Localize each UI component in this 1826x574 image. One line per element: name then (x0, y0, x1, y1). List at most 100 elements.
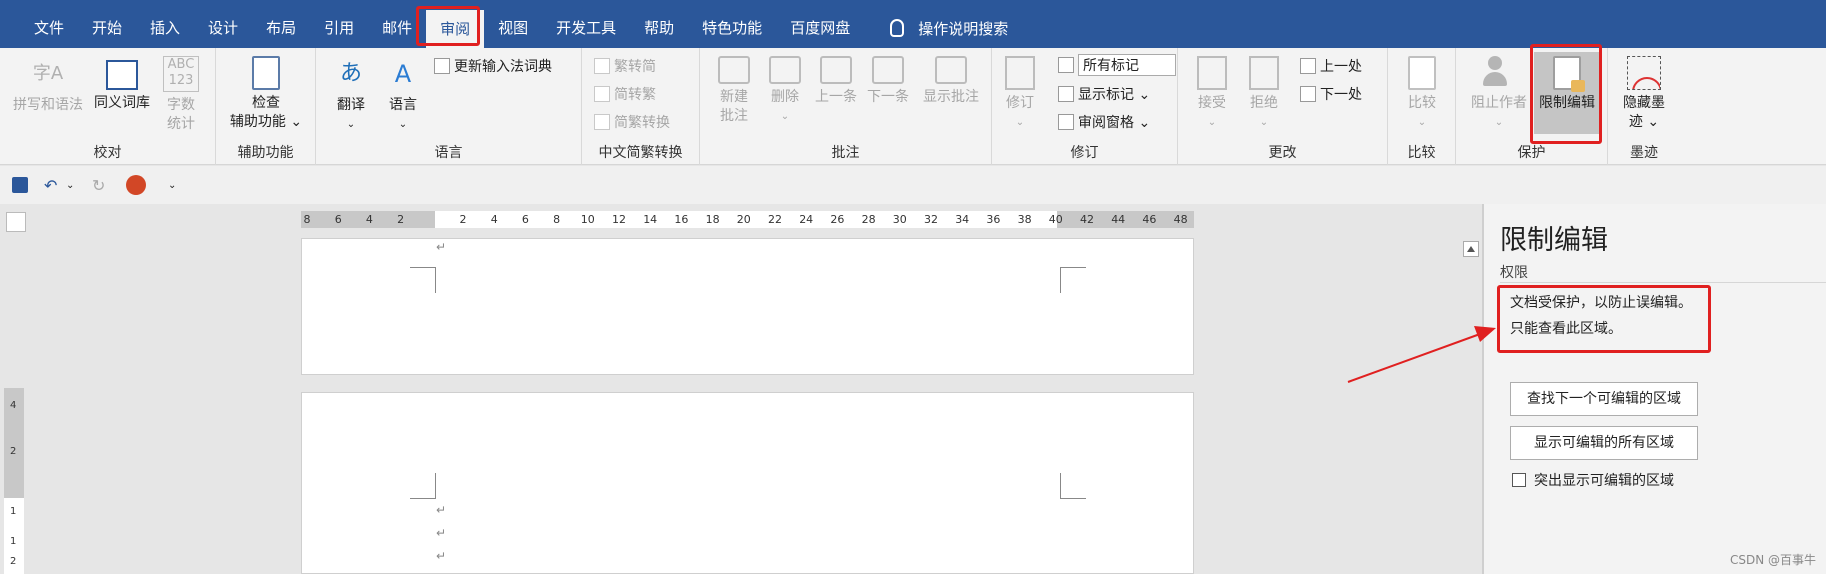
ruler-number: 6 (521, 213, 529, 226)
tell-me-search[interactable]: 操作说明搜索 (890, 0, 1008, 48)
save-icon[interactable] (12, 177, 28, 193)
prev-comment-label: 上一条 (815, 89, 857, 105)
menu-tab[interactable]: 设计 (194, 0, 252, 48)
undo-icon[interactable]: ↶ (44, 176, 57, 195)
group-comments: 新建 批注 删除 ⌄ 上一条 下一条 显示批注 批注 (700, 48, 992, 165)
menu-tab[interactable]: 帮助 (630, 0, 688, 48)
ruler-number: 40 (1048, 213, 1063, 226)
menu-tab[interactable]: 视图 (484, 0, 542, 48)
traditional-to-simplified-button[interactable]: 繁转简 (594, 56, 656, 76)
previous-comment-button[interactable]: 上一条 (812, 56, 860, 107)
menu-tab[interactable]: 开发工具 (542, 0, 630, 48)
ruler-number: 34 (955, 213, 970, 226)
thesaurus-label: 同义词库 (94, 95, 150, 111)
group-label-comments: 批注 (831, 145, 860, 161)
compare-icon (1408, 56, 1436, 90)
menu-tab[interactable]: 百度网盘 (776, 0, 864, 48)
reject-button[interactable]: 拒绝 ⌄ (1242, 56, 1286, 132)
highlight-editable-regions-checkbox[interactable]: 突出显示可编辑的区域 (1512, 470, 1674, 490)
compare-label: 比较 (1408, 95, 1436, 111)
simplified-to-traditional-button[interactable]: 简转繁 (594, 84, 656, 104)
language-button[interactable]: A 语言 ⌄ (380, 56, 426, 134)
show-comments-button[interactable]: 显示批注 (916, 56, 986, 107)
accessibility-check-icon (252, 56, 280, 90)
ruler-number: 10 (580, 213, 595, 226)
document-page-1[interactable]: ↵ (301, 238, 1194, 375)
simp-trad-convert-button[interactable]: 简繁转换 (594, 112, 670, 132)
show-all-editable-regions-button[interactable]: 显示可编辑的所有区域 (1510, 426, 1698, 460)
checkbox-box[interactable] (1512, 473, 1526, 487)
lightbulb-icon (890, 19, 905, 37)
menu-tab[interactable]: 引用 (310, 0, 368, 48)
group-changes: 接受 ⌄ 拒绝 ⌄ 上一处 下一处 更改 (1178, 48, 1388, 165)
menu-tab[interactable]: 文件 (20, 0, 78, 48)
customize-qat-icon[interactable]: ⌄ (168, 180, 176, 191)
keyboard-icon (434, 58, 450, 74)
vruler-number: 1 (10, 506, 17, 517)
update-ime-dictionary-button[interactable]: 更新输入法词典 (434, 56, 552, 76)
delete-label: 删除 (771, 89, 799, 105)
ruler-number: 44 (1111, 213, 1126, 226)
track-changes-button[interactable]: 修订 ⌄ (1000, 56, 1040, 132)
word-count-label-1: 字数 (167, 97, 195, 113)
reject-label: 拒绝 (1250, 95, 1278, 111)
accept-button[interactable]: 接受 ⌄ (1190, 56, 1234, 132)
vertical-ruler[interactable]: 4 2 1 1 2 (4, 388, 24, 574)
menu-tab[interactable]: 布局 (252, 0, 310, 48)
check-accessibility-button[interactable]: 检查 辅助功能 ⌄ (224, 56, 308, 132)
paragraph-mark: ↵ (436, 503, 447, 517)
markup-value: 所有标记 (1078, 54, 1176, 76)
next-change-label: 下一处 (1320, 87, 1362, 103)
group-accessibility: 检查 辅助功能 ⌄ 辅助功能 (216, 48, 316, 165)
menu-tab[interactable]: 插入 (136, 0, 194, 48)
next-comment-button[interactable]: 下一条 (864, 56, 912, 107)
ruler-number: 4 (365, 213, 373, 226)
horizontal-ruler[interactable]: 8 6 4 2 2 4 6 8 10 12 14 16 18 20 22 24 26 28 30 32 34 36 38 40… (301, 211, 1194, 228)
previous-change-button[interactable]: 上一处 (1300, 56, 1362, 76)
word-count-button[interactable]: ABC 123 字数 统计 (158, 56, 204, 134)
permissions-heading: 权限 (1500, 265, 1528, 281)
vertical-scrollbar[interactable] (1460, 240, 1482, 574)
new-comment-label-1: 新建 (720, 89, 748, 105)
markup-dropdown[interactable]: 所有标记 (1058, 54, 1176, 76)
block-authors-icon (1482, 56, 1516, 90)
find-next-editable-region-button[interactable]: 查找下一个可编辑的区域 (1510, 382, 1698, 416)
scroll-up-icon[interactable] (1463, 241, 1479, 257)
new-comment-label-2: 批注 (720, 108, 748, 124)
reviewing-pane-button[interactable]: 审阅窗格 ⌄ (1058, 112, 1150, 132)
spelling-grammar-button[interactable]: 字A 拼写和语法 (8, 56, 88, 115)
next-change-icon (1300, 86, 1316, 102)
new-comment-button[interactable]: 新建 批注 (710, 56, 758, 126)
menu-tab[interactable]: 开始 (78, 0, 136, 48)
show-markup-label: 显示标记 ⌄ (1078, 87, 1151, 103)
redo-icon[interactable]: ↻ (92, 176, 105, 195)
menu-tab[interactable]: 特色功能 (688, 0, 776, 48)
group-label-accessibility: 辅助功能 (237, 145, 294, 161)
group-label-tracking: 修订 (1070, 145, 1099, 161)
show-comments-icon (935, 56, 967, 84)
review-pane-label: 审阅窗格 ⌄ (1078, 115, 1151, 131)
spelling-label: 拼写和语法 (13, 97, 83, 113)
document-page-2[interactable]: ↵ ↵ ↵ (301, 392, 1194, 574)
restrict-editing-pane: 限制编辑 权限 文档受保护，以防止误编辑。 只能查看此区域。 查找下一个可编辑的… (1482, 204, 1826, 574)
show-markup-button[interactable]: 显示标记 ⌄ (1058, 84, 1150, 104)
ruler-number: 28 (861, 213, 876, 226)
ruler-number: 16 (674, 213, 689, 226)
reviewing-pane-icon (1058, 114, 1074, 130)
undo-dropdown-icon[interactable]: ⌄ (66, 180, 74, 191)
block-authors-button[interactable]: 阻止作者 ⌄ (1466, 56, 1532, 132)
group-label-language: 语言 (434, 145, 463, 161)
compare-button[interactable]: 比较 ⌄ (1400, 56, 1444, 132)
hide-ink-button[interactable]: 隐藏墨 迹 ⌄ (1614, 56, 1674, 132)
tab-stop-selector[interactable] (6, 212, 26, 232)
thesaurus-button[interactable]: 同义词库 (90, 56, 154, 113)
track-changes-icon (1005, 56, 1035, 90)
search-label: 操作说明搜索 (918, 19, 1009, 38)
next-change-button[interactable]: 下一处 (1300, 84, 1362, 104)
translate-button[interactable]: あ 翻译 ⌄ (328, 56, 374, 134)
annotation-message (1497, 285, 1711, 353)
powerpoint-icon[interactable] (126, 175, 146, 195)
group-proofing: 字A 拼写和语法 同义词库 ABC 123 字数 统计 校对 (0, 48, 216, 165)
ruler-number: 18 (705, 213, 720, 226)
delete-comment-button[interactable]: 删除 ⌄ (762, 56, 808, 126)
